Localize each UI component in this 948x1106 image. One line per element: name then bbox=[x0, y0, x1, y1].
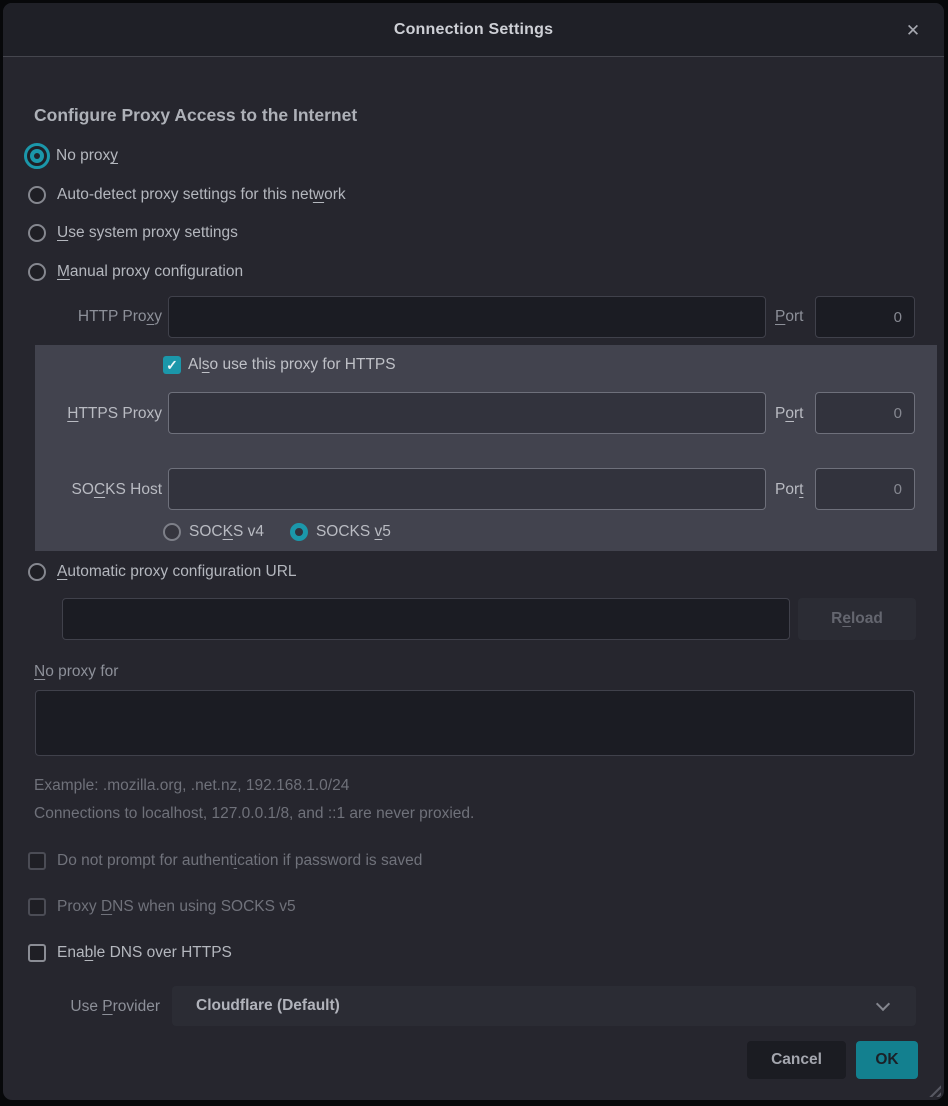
radio-socks-v5-icon[interactable] bbox=[290, 523, 308, 541]
radio-system-proxy-label[interactable]: Use system proxy settings bbox=[57, 224, 238, 242]
ok-button[interactable]: OK bbox=[856, 1041, 918, 1079]
radio-auto-url[interactable]: Automatic proxy configuration URL bbox=[28, 563, 297, 581]
radio-no-proxy[interactable]: No proxy bbox=[24, 143, 118, 169]
no-prompt-label[interactable]: Do not prompt for authentication if pass… bbox=[57, 852, 422, 870]
no-proxy-example-text: Example: .mozilla.org, .net.nz, 192.168.… bbox=[34, 777, 349, 795]
http-proxy-label: HTTP Proxy bbox=[20, 308, 162, 326]
also-https-label[interactable]: Also use this proxy for HTTPS bbox=[188, 356, 396, 374]
connection-settings-dialog: Connection Settings ✕ Configure Proxy Ac… bbox=[0, 0, 948, 1106]
chevron-down-icon bbox=[876, 997, 890, 1011]
also-https-checkbox-row[interactable]: ✓ Also use this proxy for HTTPS bbox=[163, 356, 396, 374]
radio-icon[interactable] bbox=[28, 224, 46, 242]
radio-manual-proxy[interactable]: Manual proxy configuration bbox=[28, 263, 243, 281]
http-proxy-input[interactable] bbox=[168, 296, 766, 338]
provider-dropdown-value: Cloudflare (Default) bbox=[196, 986, 340, 1026]
radio-socks-v4-icon[interactable] bbox=[163, 523, 181, 541]
checkbox-icon[interactable] bbox=[28, 898, 46, 916]
dialog-background bbox=[3, 3, 944, 1100]
radio-socks-v4-label[interactable]: SOCKS v4 bbox=[189, 523, 264, 541]
radio-icon[interactable] bbox=[28, 563, 46, 581]
proxy-dns-label[interactable]: Proxy DNS when using SOCKS v5 bbox=[57, 898, 296, 916]
radio-auto-detect[interactable]: Auto-detect proxy settings for this netw… bbox=[28, 186, 346, 204]
radio-socks-v5-label[interactable]: SOCKS v5 bbox=[316, 523, 391, 541]
reload-button[interactable]: Reload bbox=[798, 598, 916, 640]
checkbox-no-prompt-row[interactable]: Do not prompt for authentication if pass… bbox=[28, 852, 422, 870]
radio-no-proxy-label[interactable]: No proxy bbox=[56, 147, 118, 165]
radio-system-proxy[interactable]: Use system proxy settings bbox=[28, 224, 238, 242]
https-socks-section: ✓ Also use this proxy for HTTPS HTTPS Pr… bbox=[35, 345, 937, 551]
socks-port-label: Port bbox=[775, 481, 815, 499]
provider-dropdown[interactable]: Cloudflare (Default) bbox=[172, 986, 916, 1026]
close-icon[interactable]: ✕ bbox=[901, 19, 925, 43]
auto-url-input[interactable] bbox=[62, 598, 790, 640]
checkbox-doh-row[interactable]: Enable DNS over HTTPS bbox=[28, 944, 232, 962]
http-port-label: Port bbox=[775, 308, 815, 326]
checkbox-icon[interactable] bbox=[28, 852, 46, 870]
http-port-input[interactable] bbox=[815, 296, 915, 338]
radio-icon[interactable] bbox=[28, 263, 46, 281]
checkbox-proxy-dns-row[interactable]: Proxy DNS when using SOCKS v5 bbox=[28, 898, 296, 916]
radio-manual-proxy-label[interactable]: Manual proxy configuration bbox=[57, 263, 243, 281]
use-provider-label: Use Provider bbox=[20, 998, 160, 1016]
socks-host-input[interactable] bbox=[168, 468, 766, 510]
https-proxy-input[interactable] bbox=[168, 392, 766, 434]
radio-auto-detect-label[interactable]: Auto-detect proxy settings for this netw… bbox=[57, 186, 346, 204]
cancel-button[interactable]: Cancel bbox=[747, 1041, 846, 1079]
checkbox-checked-icon[interactable]: ✓ bbox=[163, 356, 181, 374]
socks-port-input[interactable] bbox=[815, 468, 915, 510]
no-proxy-for-textarea[interactable] bbox=[35, 690, 915, 756]
checkbox-icon[interactable] bbox=[28, 944, 46, 962]
radio-selected-icon[interactable] bbox=[24, 143, 50, 169]
page-title: Configure Proxy Access to the Internet bbox=[34, 105, 357, 126]
radio-auto-url-label[interactable]: Automatic proxy configuration URL bbox=[57, 563, 297, 581]
socks-version-radios: SOCKS v4 SOCKS v5 bbox=[163, 523, 391, 541]
https-port-label: Port bbox=[775, 405, 815, 423]
https-proxy-label: HTTPS Proxy bbox=[35, 405, 162, 423]
https-port-input[interactable] bbox=[815, 392, 915, 434]
radio-icon[interactable] bbox=[28, 186, 46, 204]
no-proxy-for-label: No proxy for bbox=[34, 663, 118, 681]
socks-host-label: SOCKS Host bbox=[35, 481, 162, 499]
doh-label[interactable]: Enable DNS over HTTPS bbox=[57, 944, 232, 962]
dialog-titlebar: Connection Settings ✕ bbox=[3, 3, 944, 57]
no-proxy-note-text: Connections to localhost, 127.0.0.1/8, a… bbox=[34, 805, 474, 823]
dialog-title: Connection Settings bbox=[3, 3, 944, 57]
